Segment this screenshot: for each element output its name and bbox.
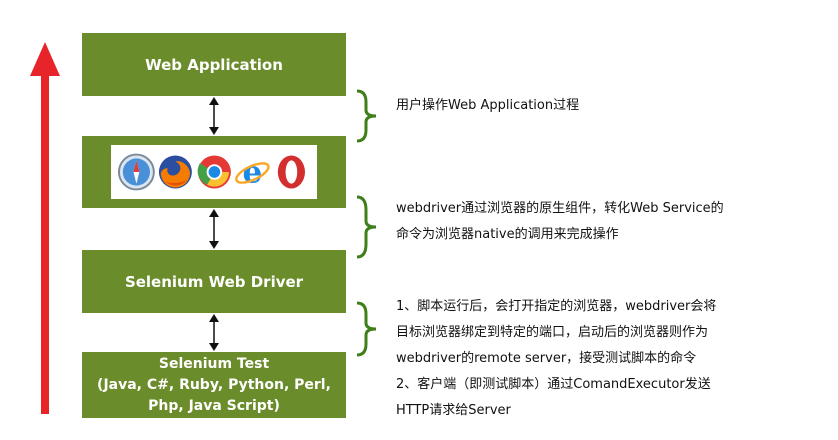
web-application-label: Web Application (145, 55, 283, 74)
browsers-box: e (82, 136, 346, 208)
browser-icons-strip: e (111, 145, 317, 199)
brace-1 (356, 89, 377, 143)
selenium-test-languages-line2: Php, Java Script) (148, 397, 280, 414)
selenium-test-languages-line1: (Java, C#, Ruby, Python, Perl, (97, 376, 331, 393)
web-application-box: Web Application (82, 33, 346, 96)
brace-2 (356, 195, 377, 259)
upward-arrow (30, 42, 60, 414)
connector-arrow-3 (209, 314, 219, 351)
note-remote-server-line3: webdriver的remote server，接受测试脚本的命令 (396, 351, 697, 366)
note-remote-server-line4: 2、客户端（即测试脚本）通过ComandExecutor发送 (396, 377, 711, 392)
note-remote-server-line1: 1、脚本运行后，会打开指定的浏览器，webdriver会将 (396, 299, 717, 314)
selenium-test-title: Selenium Test (158, 355, 270, 372)
note-user-operation: 用户操作Web Application过程 (396, 93, 579, 119)
note-webdriver-native-line2: 命令为浏览器native的调用来完成操作 (396, 227, 619, 242)
selenium-test-box: Selenium Test (Java, C#, Ruby, Python, P… (82, 352, 346, 418)
note-remote-server-line5: HTTP请求给Server (396, 403, 511, 418)
note-user-operation-line1: 用户操作Web Application过程 (396, 98, 580, 113)
note-remote-server: 1、脚本运行后，会打开指定的浏览器，webdriver会将 目标浏览器绑定到特定… (396, 294, 716, 424)
safari-icon (117, 153, 155, 191)
note-webdriver-native-line1: webdriver通过浏览器的原生组件，转化Web Service的 (396, 201, 724, 216)
opera-icon (278, 155, 306, 189)
selenium-web-driver-label: Selenium Web Driver (124, 272, 304, 291)
selenium-web-driver-box: Selenium Web Driver (82, 250, 346, 313)
ie-icon: e (235, 155, 271, 191)
connector-arrow-2 (209, 209, 219, 249)
note-remote-server-line2: 目标浏览器绑定到特定的端口，启动后的浏览器则作为 (396, 325, 709, 340)
connector-arrow-1 (209, 97, 219, 135)
chrome-icon (197, 155, 231, 189)
note-webdriver-native: webdriver通过浏览器的原生组件，转化Web Service的 命令为浏览… (396, 196, 724, 248)
svg-text:e: e (243, 155, 263, 191)
brace-3 (356, 301, 377, 357)
firefox-icon (158, 155, 192, 189)
